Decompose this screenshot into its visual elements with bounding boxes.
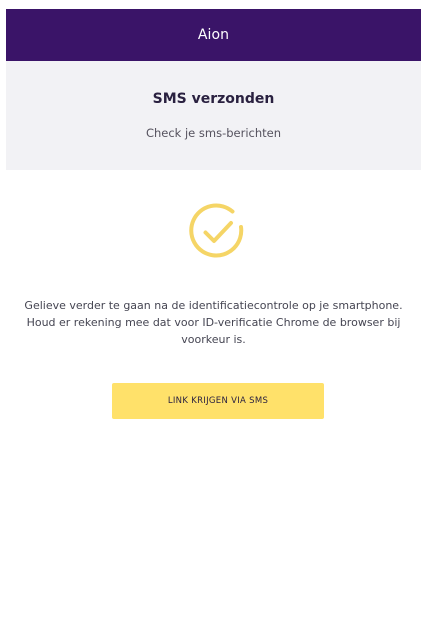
message-line-2: Houd er rekening mee dat voor ID-verific…: [26, 316, 401, 329]
sms-sent-title: SMS verzonden: [152, 91, 275, 107]
app-title: Aion: [197, 27, 230, 43]
check-circle-icon-graphic: [189, 203, 244, 258]
identification-message: Gelieve verder te gaan na de identificat…: [8, 297, 419, 348]
message-line-1: Gelieve verder te gaan na de identificat…: [24, 299, 403, 312]
sms-status-panel: SMS verzonden Check je sms-berichten: [6, 61, 421, 170]
app-header: Aion: [6, 9, 421, 61]
page: Aion SMS verzonden Check je sms-berichte…: [0, 0, 427, 632]
check-circle-icon: [188, 203, 246, 261]
message-line-3: voorkeur is.: [181, 333, 246, 346]
sms-check-subtitle: Check je sms-berichten: [145, 126, 282, 140]
get-link-via-sms-button[interactable]: LINK KRIJGEN VIA SMS: [112, 383, 324, 419]
